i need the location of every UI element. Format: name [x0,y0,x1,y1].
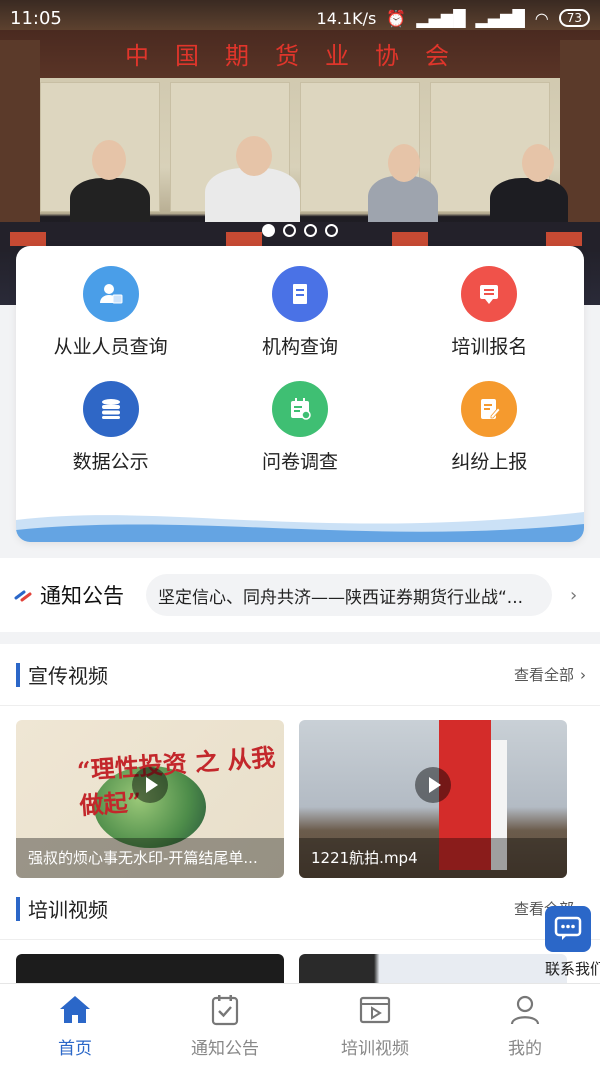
view-all-label: 查看全部 [513,666,574,684]
quick-actions-grid: 从业人员查询 机构查询 培训报名 数据公示 问卷调查 纠纷上报 [16,266,584,474]
register-icon [461,266,518,322]
play-icon[interactable] [132,767,168,803]
quick-action-label: 机构查询 [261,336,338,358]
carousel-dot[interactable] [283,224,296,237]
section-header: 培训视频 查看全部› [0,878,600,940]
person [70,178,150,228]
database-icon [82,381,139,437]
video-caption: 强叔的烦心事无水印-开篇结尾单... [16,838,284,878]
video-card[interactable] [16,954,284,983]
section-header: 宣传视频 查看全部 › [0,644,600,706]
video-list: “理性投资 之 从我做起” 强叔的烦心事无水印-开篇结尾单... 1221航拍.… [0,706,600,878]
video-thumbnail-slogan: “理性投资 之 从我做起” [76,742,277,821]
person-head [522,144,554,182]
quick-action-training-registration[interactable]: 培训报名 [395,266,584,359]
notice-title: 通知公告 [40,584,124,608]
video-caption: 1221航拍.mp4 [299,838,567,878]
quick-action-data-disclosure[interactable]: 数据公示 [16,381,205,474]
signal-icon: ▂▄▆█ [475,8,525,28]
carousel-dot[interactable] [304,224,317,237]
person [205,168,300,228]
network-speed: 14.1K/s [316,8,377,28]
quick-action-label: 培训报名 [451,336,528,358]
chat-icon[interactable] [545,906,591,952]
quick-action-dispute-report[interactable]: 纠纷上报 [395,381,584,474]
tab-label: 首页 [58,1039,92,1059]
carousel-dot[interactable] [325,224,338,237]
notice-headline[interactable]: 坚定信心、同舟共济——陕西证券期货行业战“... [146,574,552,616]
survey-icon [271,381,328,437]
play-icon[interactable] [415,767,451,803]
tab-label: 培训视频 [341,1039,409,1059]
quick-action-survey[interactable]: 问卷调查 [205,381,394,474]
wifi-icon: ◠ [534,8,549,28]
quick-action-label: 数据公示 [72,451,149,473]
person-card-icon [82,266,139,322]
contact-us-label: 联系我们 [545,960,600,978]
training-videos-section: 培训视频 查看全部› [0,878,600,983]
status-bar: 11:05 14.1K/s ⏰ ▂▄▆█ ▂▄▆█ ◠ 73 [0,0,600,36]
quick-action-label: 纠纷上报 [451,451,528,473]
chevron-right-icon: › [580,665,586,684]
person [490,178,568,228]
card-wave-decoration [16,512,584,542]
quick-action-label: 问卷调查 [261,451,338,473]
building-icon [271,266,328,322]
report-icon [461,381,518,437]
video-card[interactable]: 1221航拍.mp4 [299,720,567,878]
notice-bar[interactable]: 通知公告 坚定信心、同舟共济——陕西证券期货行业战“... › [0,558,600,632]
wall-side [0,40,40,240]
user-icon [510,995,540,1025]
tab-label: 通知公告 [191,1039,259,1059]
tab-training-videos[interactable]: 培训视频 [300,984,450,1067]
promo-videos-section: 宣传视频 查看全部 › “理性投资 之 从我做起” 强叔的烦心事无水印-开篇结尾单… [0,644,600,892]
video-card[interactable] [299,954,567,983]
notice-icon [14,590,32,602]
section-title: 宣传视频 [16,660,108,689]
banner-title: 中国期货业协会 [125,42,475,70]
carousel-indicator [0,224,600,237]
status-time: 11:05 [10,7,62,29]
video-icon [359,996,391,1024]
section-title: 培训视频 [16,894,108,923]
video-card[interactable]: “理性投资 之 从我做起” 强叔的烦心事无水印-开篇结尾单... [16,720,284,878]
chevron-right-icon[interactable]: › [570,585,577,606]
carousel-dot[interactable] [262,224,275,237]
person [368,176,438,228]
tab-home[interactable]: 首页 [0,984,150,1067]
person-head [92,140,126,180]
quick-actions-card: 从业人员查询 机构查询 培训报名 数据公示 问卷调查 纠纷上报 [16,246,584,542]
tab-label: 我的 [508,1039,542,1059]
home-icon [60,996,90,1023]
bottom-tab-bar: 首页 通知公告 培训视频 我的 [0,983,600,1067]
person-head [236,136,272,176]
quick-action-institution-query[interactable]: 机构查询 [205,266,394,359]
clipboard-check-icon [211,995,239,1026]
status-indicators: 14.1K/s ⏰ ▂▄▆█ ▂▄▆█ ◠ 73 [317,9,590,28]
tab-me[interactable]: 我的 [450,984,600,1067]
quick-action-label: 从业人员查询 [53,336,168,358]
person-head [388,144,420,182]
video-list [0,940,600,983]
quick-action-practitioner-query[interactable]: 从业人员查询 [16,266,205,359]
contact-us-float[interactable]: 联系我们 [545,906,600,979]
view-all-link[interactable]: 查看全部 › [514,664,586,685]
battery-icon: 73 [558,9,590,27]
tab-notices[interactable]: 通知公告 [150,984,300,1067]
signal-icon: ▂▄▆█ [416,8,466,28]
alarm-icon: ⏰ [386,8,407,28]
